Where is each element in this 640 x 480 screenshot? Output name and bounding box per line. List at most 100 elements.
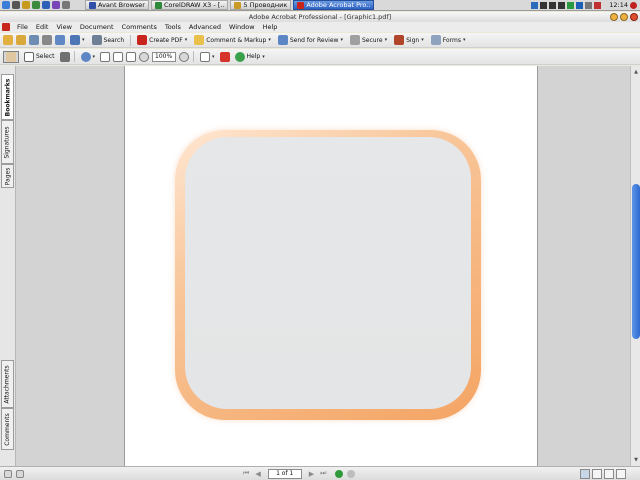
status-icon[interactable] bbox=[567, 1, 575, 9]
task-explorer[interactable]: 5 Проводник bbox=[230, 0, 292, 10]
menu-tools[interactable]: Tools bbox=[161, 23, 185, 31]
last-page-icon[interactable]: ⏭ bbox=[317, 469, 329, 478]
folder-icon[interactable] bbox=[22, 1, 30, 9]
page-number-input[interactable]: 1 of 1 bbox=[267, 468, 302, 479]
create-pdf-button[interactable]: Create PDF ▾ bbox=[135, 34, 189, 46]
navigation-pane: Bookmarks Signatures Pages Attachments C… bbox=[0, 66, 16, 466]
send-review-button[interactable]: Send for Review ▾ bbox=[276, 34, 345, 46]
acrobat-icon[interactable] bbox=[2, 23, 10, 31]
snapshot-icon[interactable] bbox=[59, 51, 70, 62]
folder-icon bbox=[234, 1, 242, 9]
select-tool-button[interactable]: Select bbox=[22, 51, 57, 63]
media-next-icon[interactable] bbox=[558, 1, 566, 9]
next-view-icon[interactable] bbox=[347, 469, 356, 478]
menu-help[interactable]: Help bbox=[259, 23, 282, 31]
next-page-icon[interactable]: ▶ bbox=[306, 470, 317, 478]
tab-attachments[interactable]: Attachments bbox=[1, 360, 14, 408]
scrollbar-thumb[interactable] bbox=[632, 184, 640, 339]
page-thumbnail-icon[interactable] bbox=[4, 469, 12, 478]
open-folder-icon[interactable] bbox=[3, 35, 13, 45]
previous-page-icon[interactable]: ◀ bbox=[252, 470, 263, 478]
continuous-facing-layout-button[interactable] bbox=[616, 468, 626, 479]
task-acrobat[interactable]: Adobe Acrobat Pro.. bbox=[293, 0, 375, 10]
scroll-up-icon[interactable]: ▲ bbox=[632, 68, 640, 76]
layers-icon[interactable] bbox=[16, 469, 24, 478]
menu-view[interactable]: View bbox=[52, 23, 75, 31]
minimize-button[interactable] bbox=[610, 13, 618, 21]
pdf-page[interactable] bbox=[124, 66, 538, 466]
tab-bookmarks[interactable]: Bookmarks bbox=[1, 74, 14, 120]
media-icon[interactable] bbox=[52, 1, 60, 9]
menu-comments[interactable]: Comments bbox=[118, 23, 161, 31]
media-play-icon[interactable] bbox=[549, 1, 557, 9]
rounded-square-inner bbox=[185, 137, 471, 409]
menu-document[interactable]: Document bbox=[76, 23, 118, 31]
tab-pages[interactable]: Pages bbox=[1, 164, 14, 188]
single-page-layout-button[interactable] bbox=[580, 468, 590, 479]
fit-page-icon[interactable] bbox=[113, 51, 124, 62]
terminal-icon[interactable] bbox=[12, 1, 20, 9]
yahoo-toolbar-icon[interactable] bbox=[219, 51, 230, 62]
comment-markup-button[interactable]: Comment & Markup ▾ bbox=[192, 34, 273, 46]
update-icon[interactable] bbox=[576, 1, 584, 9]
actual-size-icon[interactable] bbox=[100, 51, 111, 62]
view-toolbar: Select ▾ 100% ▾ Help ▾ bbox=[0, 49, 640, 65]
tab-comments[interactable]: Comments bbox=[1, 408, 14, 450]
menu-advanced[interactable]: Advanced bbox=[185, 23, 225, 31]
menu-edit[interactable]: Edit bbox=[32, 23, 53, 31]
clock: 12:14 bbox=[609, 1, 628, 9]
forms-button[interactable]: Forms ▾ bbox=[429, 34, 468, 46]
zoom-out-icon[interactable] bbox=[139, 51, 150, 62]
rotate-button[interactable]: ▾ bbox=[198, 51, 217, 63]
tab-signatures[interactable]: Signatures bbox=[1, 120, 14, 164]
browser-icon[interactable] bbox=[42, 1, 50, 9]
fit-width-icon[interactable] bbox=[126, 51, 137, 62]
document-area[interactable] bbox=[16, 66, 630, 466]
menu-bar: File Edit View Document Comments Tools A… bbox=[0, 22, 640, 32]
hand-tool-button[interactable] bbox=[3, 50, 19, 63]
main-toolbar: ▾ Search Create PDF ▾ Comment & Markup ▾ S… bbox=[0, 33, 640, 48]
menu-window[interactable]: Window bbox=[225, 23, 259, 31]
zoom-icon bbox=[80, 51, 91, 62]
search-button[interactable]: Search bbox=[90, 34, 127, 46]
print-icon[interactable] bbox=[42, 35, 52, 45]
lock-icon bbox=[349, 35, 360, 45]
close-button[interactable] bbox=[630, 13, 638, 21]
menu-file[interactable]: File bbox=[13, 23, 32, 31]
sign-button[interactable]: Sign ▾ bbox=[392, 34, 426, 46]
help-button[interactable]: Help ▾ bbox=[233, 51, 267, 63]
first-page-icon[interactable]: ⏮ bbox=[240, 469, 252, 478]
zoom-in-icon[interactable] bbox=[179, 51, 190, 62]
apple-icon[interactable] bbox=[2, 1, 10, 9]
quick-launch bbox=[0, 1, 83, 9]
rotate-icon bbox=[200, 51, 211, 62]
app-icon[interactable] bbox=[32, 1, 40, 9]
task-coreldraw[interactable]: CorelDRAW X3 - [.. bbox=[150, 0, 229, 10]
facing-layout-button[interactable] bbox=[604, 468, 614, 479]
vertical-scrollbar[interactable]: ▲ ▼ bbox=[630, 66, 640, 466]
coreldraw-icon bbox=[154, 1, 162, 9]
binoculars-icon bbox=[91, 35, 102, 45]
paperclip-icon bbox=[70, 35, 80, 45]
os-taskbar: Avant Browser CorelDRAW X3 - [.. 5 Прово… bbox=[0, 0, 640, 11]
help-icon bbox=[234, 51, 245, 62]
scroll-down-icon[interactable]: ▼ bbox=[632, 456, 640, 464]
keyboard-layout-icon[interactable] bbox=[594, 1, 602, 9]
zoom-tool-button[interactable]: ▾ bbox=[79, 51, 98, 63]
zoom-input[interactable]: 100% bbox=[152, 51, 177, 62]
media-prev-icon[interactable] bbox=[540, 1, 548, 9]
save-icon[interactable] bbox=[29, 35, 39, 45]
task-avant-browser[interactable]: Avant Browser bbox=[85, 0, 149, 10]
maximize-button[interactable] bbox=[620, 13, 628, 21]
trash-icon[interactable] bbox=[62, 1, 70, 9]
organizer-icon[interactable] bbox=[16, 35, 26, 45]
secure-button[interactable]: Secure ▾ bbox=[348, 34, 389, 46]
network-icon[interactable] bbox=[531, 1, 539, 9]
email-icon[interactable] bbox=[55, 35, 65, 45]
previous-view-icon[interactable] bbox=[335, 469, 344, 478]
attach-button[interactable]: ▾ bbox=[68, 34, 87, 46]
power-icon[interactable] bbox=[630, 1, 637, 9]
create-pdf-icon bbox=[137, 35, 148, 45]
continuous-layout-button[interactable] bbox=[592, 468, 602, 479]
volume-icon[interactable] bbox=[585, 1, 593, 9]
